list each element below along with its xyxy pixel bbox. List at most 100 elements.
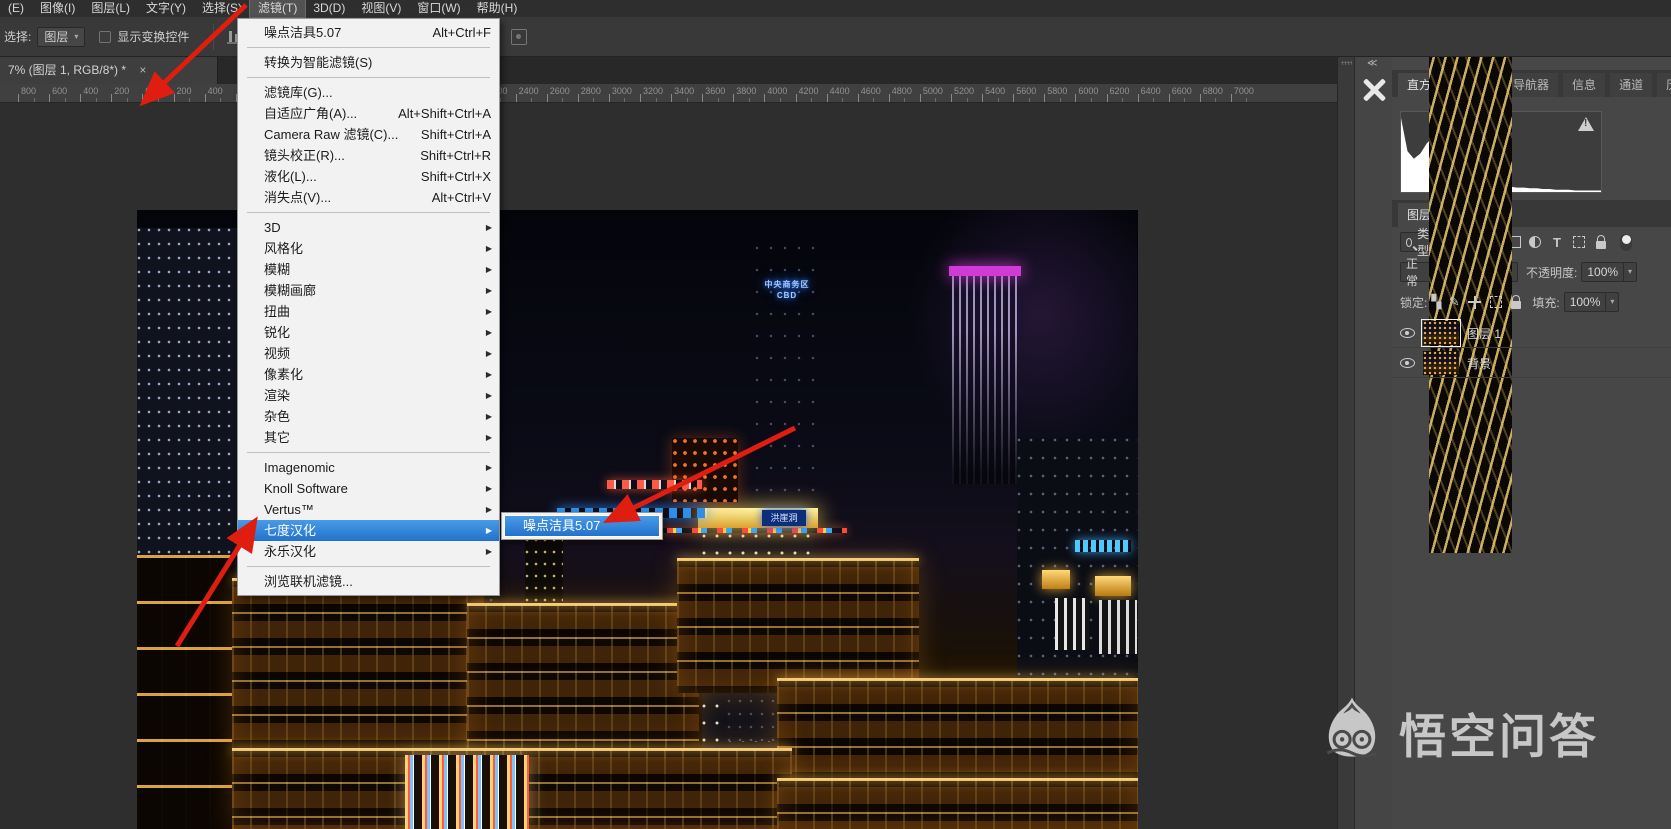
filter-menu-item[interactable]: 其它 ▶ (238, 427, 499, 448)
filter-submenu: 噪点洁具5.07 (501, 512, 663, 540)
ruler-minor-tick (1059, 98, 1061, 102)
layer-row[interactable]: 背景 (1392, 349, 1671, 378)
filter-menu-item[interactable]: Imagenomic ▶ (238, 457, 499, 478)
filter-adjustment-layers-icon[interactable] (1529, 236, 1541, 248)
horizontal-ruler[interactable]: 8006004002000200400600800100012001400160… (0, 84, 1337, 103)
submenu-arrow-icon: ▶ (485, 286, 492, 295)
filter-menu: 噪点洁具5.07 Alt+Ctrl+F 转换为智能滤镜(S) 滤镜库(G)... 自适应… (237, 18, 500, 596)
ruler-minor-tick (966, 98, 968, 102)
menubar-item[interactable]: (E) (0, 0, 32, 17)
menubar-item[interactable]: 3D(D) (305, 0, 353, 17)
drag-grip-icon[interactable] (1341, 61, 1352, 65)
menubar-item[interactable]: 图像(I) (32, 0, 83, 17)
panel-tab[interactable]: 导航器 (1504, 73, 1559, 97)
menu-separator (247, 47, 490, 48)
menubar-item[interactable]: 滤镜(T) (248, 0, 307, 18)
close-icon[interactable]: × (139, 63, 146, 77)
menu-item-label: 消失点(V)... (264, 190, 332, 205)
menu-item-shortcut: Shift+Ctrl+X (420, 169, 491, 184)
menubar-item[interactable]: 文字(Y) (138, 0, 194, 17)
ruler-tick (577, 94, 579, 102)
filter-menu-item[interactable]: Vertus™ ▶ (238, 499, 499, 520)
filter-menu-item[interactable]: 滤镜库(G)... (238, 82, 499, 103)
ruler-minor-tick (126, 98, 128, 102)
filter-menu-item[interactable]: 扭曲 ▶ (238, 301, 499, 322)
lock-image-pixels-icon[interactable]: ✎ (1445, 294, 1463, 310)
menu-item-label: Vertus™ (264, 502, 314, 517)
lock-row: 锁定: ▚ ✎ 填充: 100% ▾ (1392, 292, 1671, 312)
menu-separator (247, 212, 490, 213)
filter-submenu-item[interactable]: 噪点洁具5.07 (504, 515, 660, 537)
ruler-label: 3200 (643, 86, 664, 96)
filter-menu-item[interactable]: 像素化 ▶ (238, 364, 499, 385)
filter-shape-layers-icon[interactable] (1573, 236, 1585, 248)
filter-menu-item[interactable]: 永乐汉化 ▶ (238, 541, 499, 562)
warning-icon[interactable] (1578, 117, 1594, 131)
filter-menu-item[interactable]: 锐化 ▶ (238, 322, 499, 343)
collapse-panels-icon[interactable]: ≪ (1367, 58, 1378, 69)
filter-menu-item[interactable]: 风格化 ▶ (238, 238, 499, 259)
blend-mode-row: 正常 ▾ 不透明度: 100% ▾ (1392, 57, 1671, 553)
menubar-item[interactable]: 视图(V) (353, 0, 409, 17)
photo-gold-roof-cap (1042, 570, 1070, 589)
ruler-label: 6600 (1171, 86, 1192, 96)
filter-menu-item[interactable]: 视频 ▶ (238, 343, 499, 364)
menubar-item[interactable]: 选择(S) (194, 0, 250, 17)
lock-position-icon[interactable] (1468, 295, 1482, 309)
lock-artboard-icon[interactable] (1490, 296, 1503, 308)
filter-menu-item[interactable]: 模糊画廊 ▶ (238, 280, 499, 301)
visibility-eye-icon[interactable] (1400, 328, 1415, 338)
panel-tab[interactable]: 通道 (1610, 73, 1653, 97)
filter-menu-item[interactable]: 消失点(V)... Alt+Ctrl+V (238, 187, 499, 208)
filter-menu-item[interactable]: 七度汉化 ▶ (238, 520, 499, 541)
filter-smart-objects-icon[interactable] (1596, 235, 1606, 249)
filter-menu-item[interactable]: 转换为智能滤镜(S) (238, 52, 499, 73)
photo-golden-building (467, 603, 699, 768)
ruler-minor-tick (531, 98, 533, 102)
layer-thumbnail[interactable] (1423, 351, 1459, 375)
lock-all-icon[interactable] (1511, 295, 1522, 309)
ruler-label: 7000 (1233, 86, 1254, 96)
fill-value[interactable]: 100% (1563, 292, 1607, 312)
fill-chevron[interactable]: ▾ (1606, 292, 1620, 312)
opacity-chevron[interactable]: ▾ (1624, 262, 1638, 282)
ruler-tick (826, 94, 828, 102)
layer-row[interactable]: 图层 1 (1392, 318, 1671, 348)
filter-menu-item[interactable]: 渲染 ▶ (238, 385, 499, 406)
filter-menu-item[interactable]: 3D ▶ (238, 217, 499, 238)
filter-menu-item[interactable]: Camera Raw 滤镜(C)... Shift+Ctrl+A (238, 124, 499, 145)
layer-filtering-toggle[interactable] (1620, 233, 1632, 251)
crossed-tools-icon[interactable] (1361, 77, 1387, 103)
submenu-arrow-icon: ▶ (485, 463, 492, 472)
ruler-label: 4000 (767, 86, 788, 96)
auto-select-dropdown[interactable]: 图层 ▾ (37, 26, 86, 47)
visibility-eye-icon[interactable] (1400, 358, 1415, 368)
document-tab[interactable]: 7% (图层 1, RGB/8*) * × (0, 57, 218, 84)
show-transform-checkbox[interactable] (99, 30, 112, 43)
submenu-arrow-icon: ▶ (485, 244, 492, 253)
ruler-tick (888, 94, 890, 102)
ruler-tick (111, 94, 113, 102)
blend-mode-dropdown[interactable]: 正常 ▾ (1400, 57, 1518, 553)
menubar-item[interactable]: 帮助(H) (469, 0, 526, 17)
layer-thumbnail[interactable] (1420, 318, 1462, 348)
photo-lit-columns (1055, 598, 1089, 650)
filter-menu-item[interactable]: 模糊 ▶ (238, 259, 499, 280)
filter-menu-item[interactable]: 杂色 ▶ (238, 406, 499, 427)
menu-separator (247, 566, 490, 567)
menu-item-label: 杂色 (264, 409, 291, 424)
menubar-item[interactable]: 图层(L) (83, 0, 138, 17)
filter-menu-item[interactable]: 液化(L)... Shift+Ctrl+X (238, 166, 499, 187)
lock-transparent-pixels-icon[interactable]: ▚ (1427, 294, 1445, 310)
filter-menu-item[interactable]: 自适应广角(A)... Alt+Shift+Ctrl+A (238, 103, 499, 124)
panel-tab[interactable]: 信息 (1563, 73, 1606, 97)
panel-tab[interactable]: 历史记录 (1657, 73, 1671, 97)
filter-menu-item[interactable]: 浏览联机滤镜... (238, 571, 499, 592)
menubar-item[interactable]: 窗口(W) (409, 0, 468, 17)
filter-menu-item[interactable]: Knoll Software ▶ (238, 478, 499, 499)
filter-menu-item[interactable]: 镜头校正(R)... Shift+Ctrl+R (238, 145, 499, 166)
menu-item-label: 镜头校正(R)... (264, 148, 345, 163)
filter-menu-item[interactable]: 噪点洁具5.07 Alt+Ctrl+F (238, 22, 499, 43)
filter-type-layers-icon[interactable]: T (1546, 235, 1568, 250)
opacity-value[interactable]: 100% (1581, 262, 1625, 282)
